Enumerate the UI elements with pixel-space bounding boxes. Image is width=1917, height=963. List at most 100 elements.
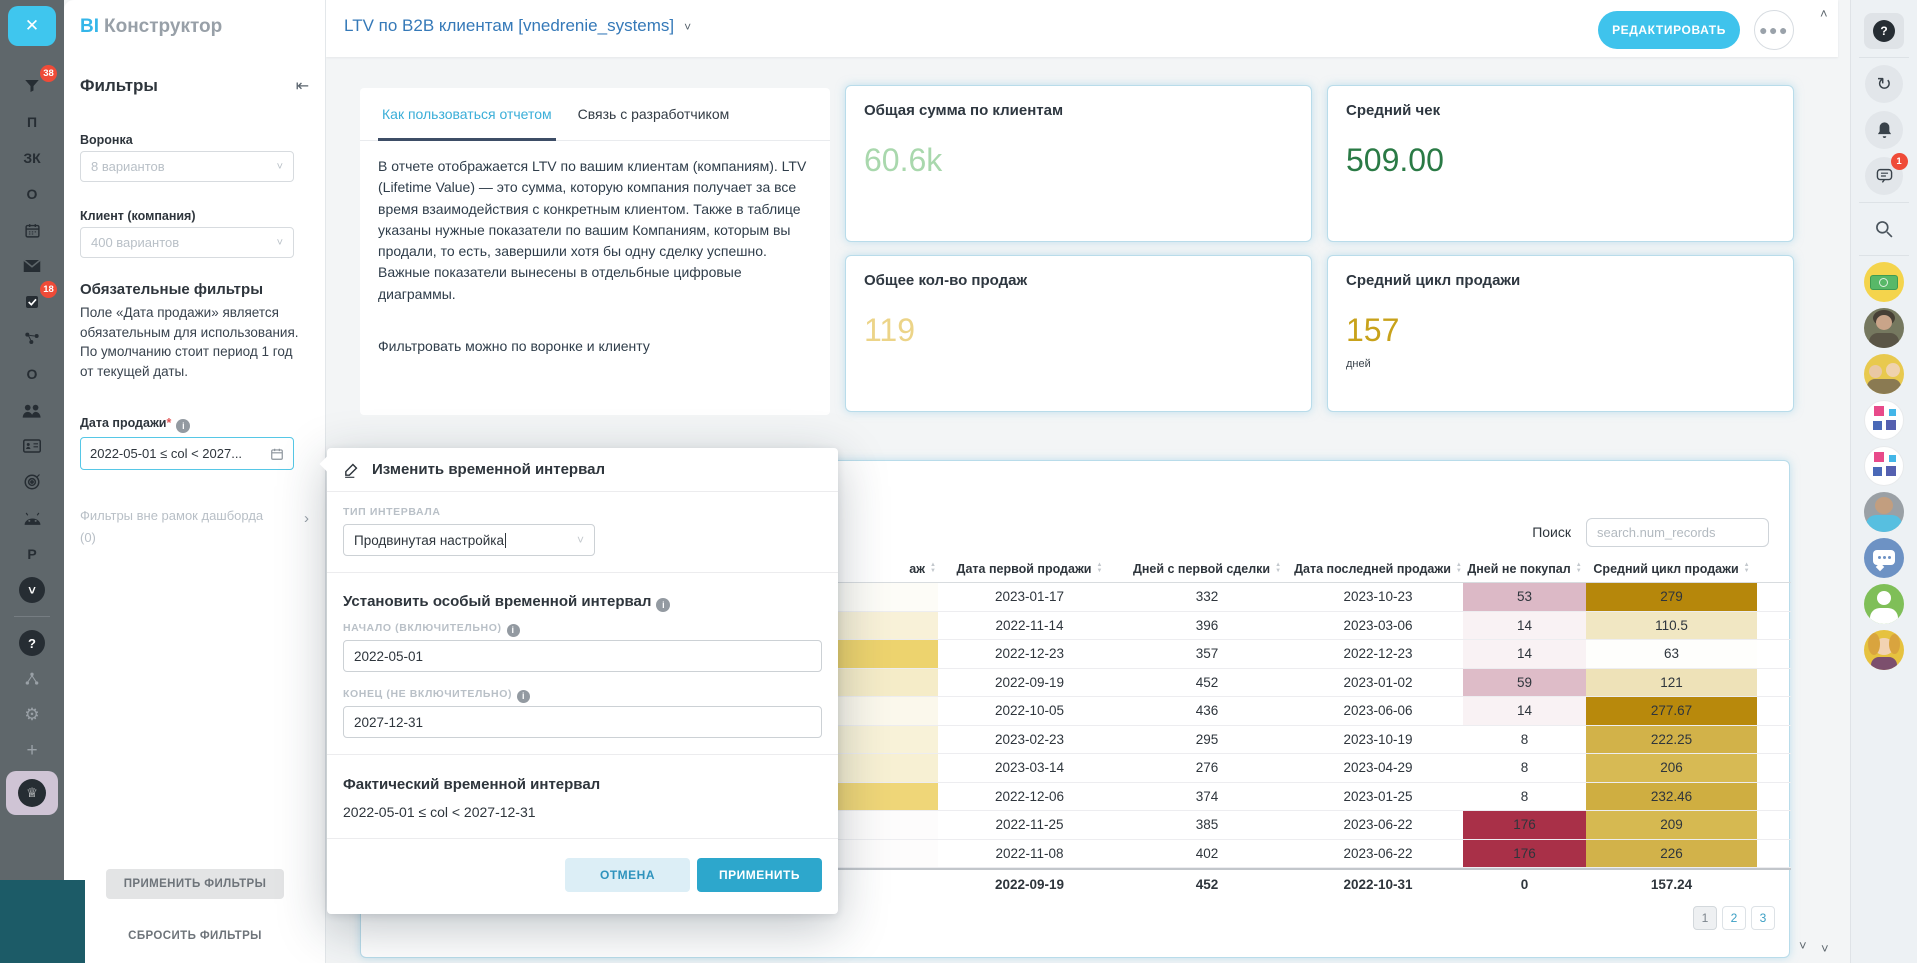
gear-icon[interactable]: ⚙ <box>0 697 64 733</box>
sort-icon[interactable]: ▲▼ <box>1456 563 1462 574</box>
sort-icon[interactable]: ▲▼ <box>1097 563 1103 574</box>
page-button-1[interactable]: 1 <box>1693 906 1717 930</box>
cancel-button[interactable]: ОТМЕНА <box>565 858 690 892</box>
apply-filters-button[interactable]: ПРИМЕНИТЬ ФИЛЬТРЫ <box>106 869 284 899</box>
scroll-up-icon[interactable]: ˄ <box>1820 6 1828 21</box>
rail-text-item[interactable]: ЗК <box>0 140 64 176</box>
crown-icon[interactable]: ♕ <box>6 771 58 815</box>
history-icon[interactable]: ↻ <box>1851 61 1917 107</box>
android-icon[interactable] <box>0 500 64 536</box>
funnel-icon[interactable]: 38 <box>0 68 64 104</box>
chevron-circle-icon[interactable]: ˅ <box>0 572 64 608</box>
cell-avg-cycle: 279 <box>1586 583 1757 611</box>
client-filter-label: Клиент (компания) <box>80 209 196 223</box>
dashboard-title[interactable]: LTV по B2B клиентам [vnedrenie_systems]˅ <box>344 16 691 36</box>
avatar-cartoon-woman[interactable] <box>1851 627 1917 673</box>
rail-text-item[interactable]: P <box>0 536 64 572</box>
sort-icon[interactable]: ▲▼ <box>1744 563 1750 574</box>
table-row[interactable]: 2023-03-142762023-04-298206 <box>821 754 1791 783</box>
column-header[interactable]: Дней с первой сделки▲▼ <box>1121 555 1293 582</box>
info-icon[interactable]: i <box>517 690 530 703</box>
nodes-icon[interactable] <box>0 661 64 697</box>
cell-days-first: 436 <box>1121 697 1293 725</box>
chat-icon[interactable]: 1 <box>1851 153 1917 199</box>
info-icon[interactable]: i <box>507 624 520 637</box>
outside-filters-label[interactable]: Фильтры вне рамок дашборда (0) <box>80 505 278 549</box>
rail-text-item[interactable]: О <box>0 356 64 392</box>
avatar-blocks[interactable] <box>1851 397 1917 443</box>
table-row[interactable]: 2022-11-143962023-03-0614110.5 <box>821 612 1791 641</box>
avatar-person-green[interactable] <box>1851 581 1917 627</box>
avatar-group[interactable] <box>1851 351 1917 397</box>
sort-icon[interactable]: ▲▼ <box>1275 563 1281 574</box>
funnel-filter-select[interactable]: 8 вариантов ˅ <box>80 151 294 182</box>
text-caret <box>505 533 506 548</box>
edit-button[interactable]: РЕДАКТИРОВАТЬ <box>1598 11 1740 49</box>
client-filter-select[interactable]: 400 вариантов ˅ <box>80 227 294 258</box>
table-row[interactable]: 2022-10-054362023-06-0614277.67 <box>821 697 1791 726</box>
column-header[interactable]: Дата первой продажи▲▼ <box>938 555 1121 582</box>
column-header[interactable]: Дней не покупал▲▼ <box>1463 555 1586 582</box>
bell-icon[interactable] <box>1851 107 1917 153</box>
rail-text-item[interactable]: О <box>0 176 64 212</box>
search-icon[interactable] <box>1851 206 1917 252</box>
search-input[interactable] <box>1586 518 1769 547</box>
mail-icon[interactable] <box>0 248 64 284</box>
avatar-chat-people[interactable] <box>1851 535 1917 581</box>
start-date-input[interactable]: 2022-05-01 <box>343 640 822 672</box>
cell-days-first: 276 <box>1121 754 1293 782</box>
custom-interval-title: Установить особый временной интервалi <box>343 593 670 612</box>
page-button-3[interactable]: 3 <box>1751 906 1775 930</box>
tab-how-to-use[interactable]: Как пользоваться отчетом <box>378 88 556 140</box>
close-icon[interactable]: ✕ <box>8 6 56 46</box>
end-date-input[interactable]: 2027-12-31 <box>343 706 822 738</box>
cell-last-sale: 2023-04-29 <box>1293 754 1463 782</box>
table-row[interactable]: 2022-09-194522023-01-0259121 <box>821 669 1791 698</box>
info-icon[interactable]: i <box>656 598 670 612</box>
info-card: Как пользоваться отчетом Связь с разрабо… <box>360 88 830 415</box>
column-header[interactable]: Дата последней продажи▲▼ <box>1293 555 1463 582</box>
help-icon[interactable]: ? <box>1851 8 1917 54</box>
table-row[interactable]: 2022-11-253852023-06-22176209 <box>821 811 1791 840</box>
rail-text-item[interactable]: П <box>0 104 64 140</box>
divider <box>1859 57 1909 58</box>
table-row[interactable]: 2022-12-063742023-01-258232.46 <box>821 783 1791 812</box>
tab-contact-developer[interactable]: Связь с разработчиком <box>574 88 734 140</box>
info-icon[interactable]: i <box>176 419 190 433</box>
plus-icon[interactable]: + <box>0 733 64 769</box>
scroll-down-icon[interactable]: ˅ <box>1799 938 1807 953</box>
cell-avg-cycle: 226 <box>1586 840 1757 868</box>
sort-icon[interactable]: ▲▼ <box>930 563 936 574</box>
reset-filters-button[interactable]: СБРОСИТЬ ФИЛЬТРЫ <box>64 930 326 942</box>
more-options-button[interactable]: ●●● <box>1754 10 1794 50</box>
calendar-icon[interactable] <box>0 212 64 248</box>
scroll-down-icon[interactable]: ˅ <box>1821 941 1829 956</box>
table-row[interactable]: 2023-01-173322023-10-2353279 <box>821 583 1791 612</box>
avatar-woman[interactable] <box>1851 305 1917 351</box>
notification-badge: 38 <box>40 65 57 82</box>
table-row[interactable]: 2023-02-232952023-10-198222.25 <box>821 726 1791 755</box>
sort-icon[interactable]: ▲▼ <box>1576 563 1582 574</box>
tasks-icon[interactable]: 18 <box>0 284 64 320</box>
table-row[interactable]: 2022-12-233572022-12-231463 <box>821 640 1791 669</box>
share-icon[interactable] <box>0 320 64 356</box>
interval-type-select[interactable]: Продвинутая настройка ˅ <box>343 524 595 556</box>
apply-button[interactable]: ПРИМЕНИТЬ <box>697 858 822 892</box>
avatar-man[interactable] <box>1851 489 1917 535</box>
column-header[interactable]: Средний цикл продажи▲▼ <box>1586 555 1757 582</box>
target-icon[interactable] <box>0 464 64 500</box>
table-row[interactable]: 2022-11-084022023-06-22176226 <box>821 840 1791 869</box>
avatar-money[interactable] <box>1851 259 1917 305</box>
question-icon[interactable]: ? <box>0 625 64 661</box>
sale-date-input[interactable]: 2022-05-01 ≤ col < 2027... <box>80 437 294 470</box>
table-summary-row[interactable]: 2022-09-194522022-10-310157.24 <box>821 868 1791 898</box>
page-button-2[interactable]: 2 <box>1722 906 1746 930</box>
chevron-right-icon[interactable]: › <box>304 510 309 527</box>
cell-first-sale: 2022-12-23 <box>938 640 1121 668</box>
people-icon[interactable] <box>0 392 64 428</box>
collapse-panel-icon[interactable]: ⇤ <box>296 76 309 96</box>
avatar-blocks[interactable] <box>1851 443 1917 489</box>
column-header-partial[interactable]: аж▲▼ <box>821 555 938 582</box>
cell-last-sale: 2023-06-22 <box>1293 811 1463 839</box>
card-icon[interactable] <box>0 428 64 464</box>
